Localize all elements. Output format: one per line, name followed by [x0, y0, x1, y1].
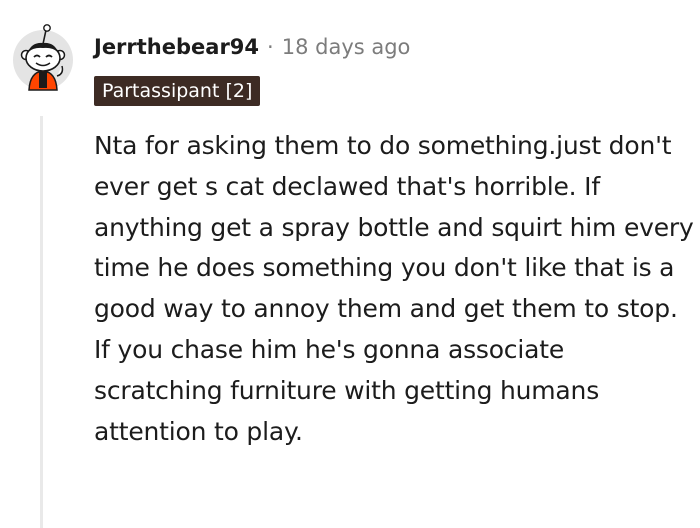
meta-separator: ·: [267, 35, 274, 59]
reddit-snoo-avatar-icon: [13, 24, 73, 91]
comment-body: Nta for asking them to do something.just…: [94, 131, 694, 446]
comment-timestamp[interactable]: 18 days ago: [282, 35, 411, 59]
user-flair-badge: Partassipant [2]: [94, 76, 261, 106]
thread-collapse-line[interactable]: [40, 116, 43, 528]
user-avatar[interactable]: [12, 20, 74, 94]
comment: Jerrthebear94 · 18 days ago Partassipant…: [0, 0, 700, 528]
author-username[interactable]: Jerrthebear94: [94, 35, 259, 59]
comment-meta: Jerrthebear94 · 18 days ago: [94, 31, 410, 63]
